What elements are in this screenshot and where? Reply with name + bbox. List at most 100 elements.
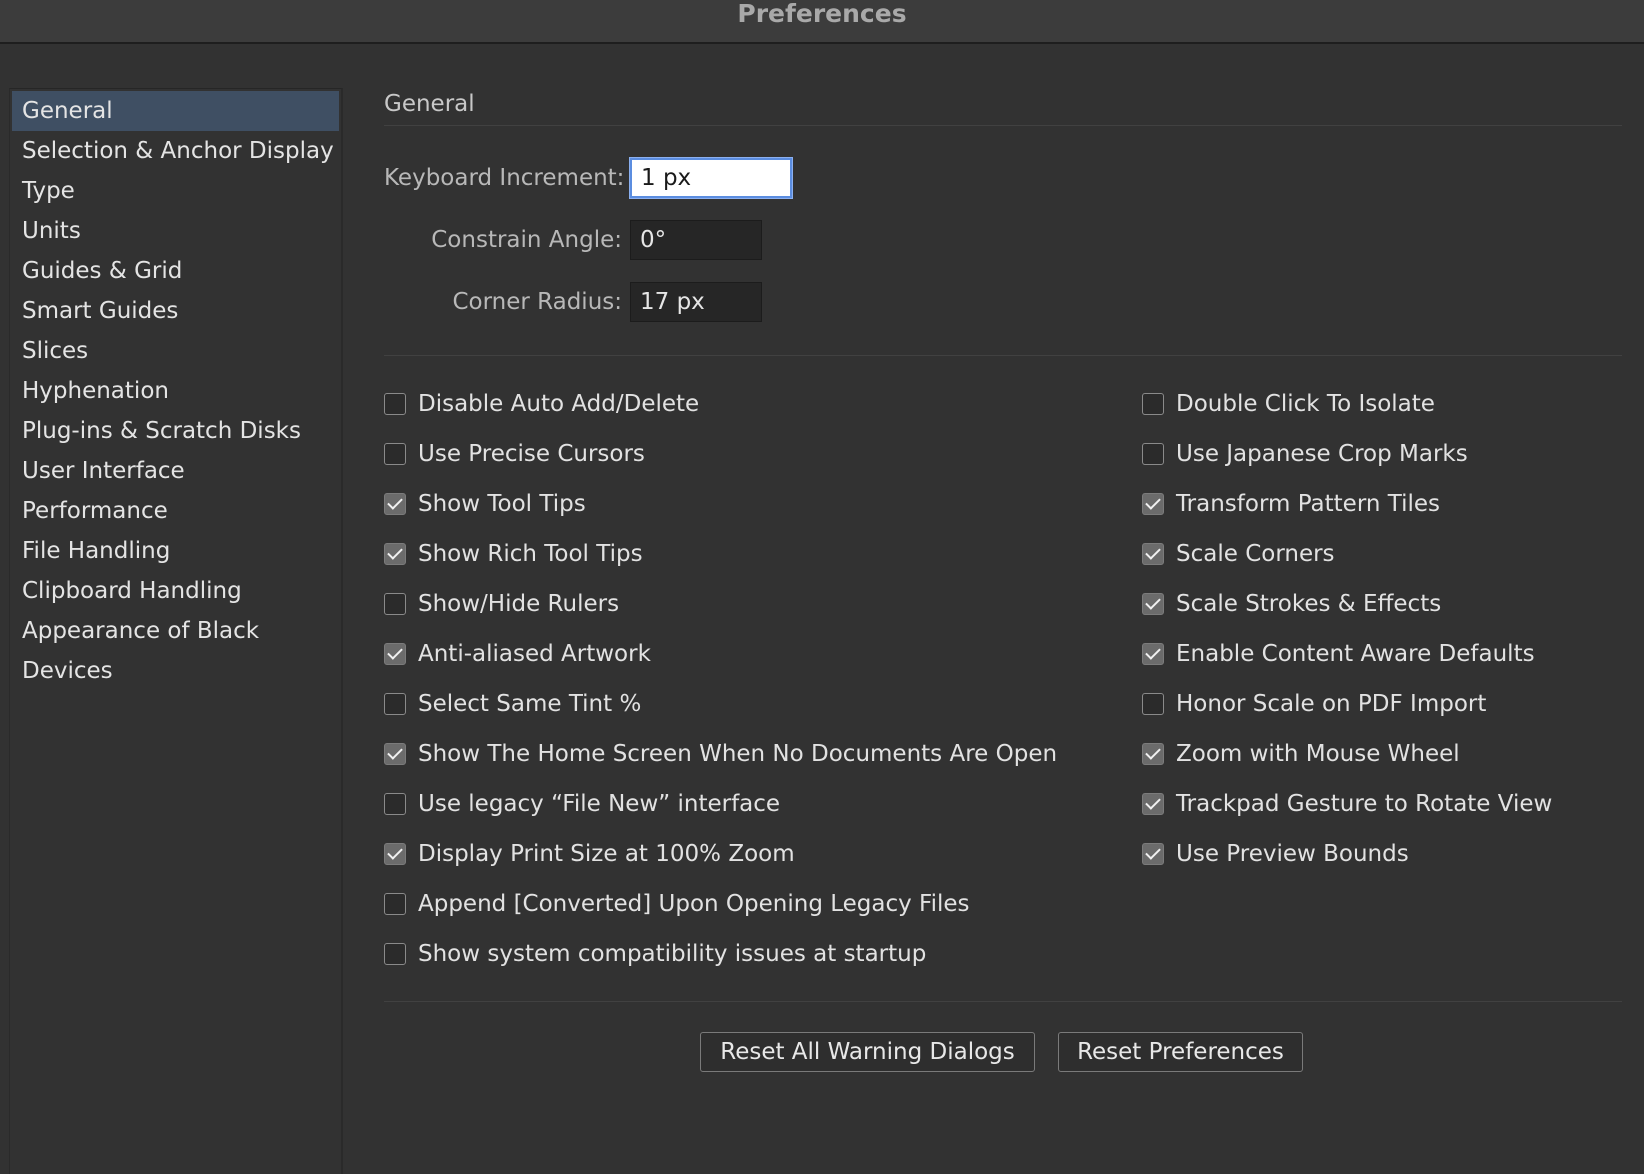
option-use-preview-bounds[interactable]: Use Preview Bounds: [1142, 837, 1409, 871]
reset-all-warning-dialogs-button[interactable]: Reset All Warning Dialogs: [700, 1032, 1035, 1072]
preferences-sidebar: General Selection & Anchor Display Type Uni…: [9, 88, 343, 1174]
sidebar-item-devices[interactable]: Devices: [12, 651, 339, 691]
option-disable-auto-add-delete[interactable]: Disable Auto Add/Delete: [384, 387, 699, 421]
section-title-text: General: [384, 91, 475, 117]
checkbox-honor-scale-on-pdf-import[interactable]: [1142, 693, 1164, 715]
option-scale-corners[interactable]: Scale Corners: [1142, 537, 1335, 571]
option-anti-aliased-artwork[interactable]: Anti-aliased Artwork: [384, 637, 651, 671]
sidebar-item-user-interface[interactable]: User Interface: [12, 451, 339, 491]
option-scale-strokes-effects[interactable]: Scale Strokes & Effects: [1142, 587, 1441, 621]
reset-preferences-button[interactable]: Reset Preferences: [1058, 1032, 1303, 1072]
option-label: Show The Home Screen When No Documents A…: [418, 741, 1058, 767]
corner-radius-row: Corner Radius:: [384, 282, 762, 322]
checkbox-show-rich-tool-tips[interactable]: [384, 543, 406, 565]
window-title: Preferences: [737, 0, 907, 28]
checkbox-scale-corners[interactable]: [1142, 543, 1164, 565]
sidebar-item-slices[interactable]: Slices: [12, 331, 339, 371]
constrain-angle-row: Constrain Angle:: [384, 220, 762, 260]
corner-radius-label: Corner Radius:: [452, 289, 622, 315]
title-bar: Preferences: [0, 0, 1644, 44]
checkbox-show-tool-tips[interactable]: [384, 493, 406, 515]
option-select-same-tint[interactable]: Select Same Tint %: [384, 687, 641, 721]
option-transform-pattern-tiles[interactable]: Transform Pattern Tiles: [1142, 487, 1440, 521]
sidebar-item-units[interactable]: Units: [12, 211, 339, 251]
checkbox-show-system-compatibility-issues-at-startup[interactable]: [384, 943, 406, 965]
sidebar-item-general[interactable]: General: [12, 91, 339, 131]
checkbox-show-hide-rulers[interactable]: [384, 593, 406, 615]
option-label: Show Tool Tips: [418, 491, 586, 517]
keyboard-increment-row: Keyboard Increment:: [384, 158, 792, 198]
checkbox-select-same-tint[interactable]: [384, 693, 406, 715]
option-label: Use Japanese Crop Marks: [1176, 441, 1468, 467]
keyboard-increment-input[interactable]: [630, 158, 792, 198]
option-honor-scale-on-pdf-import[interactable]: Honor Scale on PDF Import: [1142, 687, 1486, 721]
sidebar-item-performance[interactable]: Performance: [12, 491, 339, 531]
checkbox-anti-aliased-artwork[interactable]: [384, 643, 406, 665]
option-label: Honor Scale on PDF Import: [1176, 691, 1487, 717]
option-label: Anti-aliased Artwork: [418, 641, 651, 667]
option-label: Zoom with Mouse Wheel: [1176, 741, 1460, 767]
checkbox-transform-pattern-tiles[interactable]: [1142, 493, 1164, 515]
option-label: Double Click To Isolate: [1176, 391, 1435, 417]
sidebar-item-smart-guides[interactable]: Smart Guides: [12, 291, 339, 331]
sidebar-item-plug-ins-scratch-disks[interactable]: Plug-ins & Scratch Disks: [12, 411, 339, 451]
option-label: Enable Content Aware Defaults: [1176, 641, 1535, 667]
option-label: Append [Converted] Upon Opening Legacy F…: [418, 891, 970, 917]
checkbox-append-converted-upon-opening-legacy-files[interactable]: [384, 893, 406, 915]
option-label: Scale Strokes & Effects: [1176, 591, 1442, 617]
option-label: Show Rich Tool Tips: [418, 541, 643, 567]
sidebar-item-hyphenation[interactable]: Hyphenation: [12, 371, 339, 411]
checkbox-scale-strokes-effects[interactable]: [1142, 593, 1164, 615]
sidebar-item-clipboard-handling[interactable]: Clipboard Handling: [12, 571, 339, 611]
option-label: Use Precise Cursors: [418, 441, 645, 467]
section-title: General: [384, 88, 1622, 126]
sidebar-item-appearance-of-black[interactable]: Appearance of Black: [12, 611, 339, 651]
option-label: Select Same Tint %: [418, 691, 642, 717]
checkbox-display-print-size-at-100-zoom[interactable]: [384, 843, 406, 865]
option-label: Disable Auto Add/Delete: [418, 391, 700, 417]
sidebar-list: General Selection & Anchor Display Type Uni…: [10, 89, 341, 691]
constrain-angle-input[interactable]: [630, 220, 762, 260]
option-label: Use legacy “File New” interface: [418, 791, 781, 817]
option-show-tool-tips[interactable]: Show Tool Tips: [384, 487, 586, 521]
checkbox-double-click-to-isolate[interactable]: [1142, 393, 1164, 415]
corner-radius-input[interactable]: [630, 282, 762, 322]
option-show-rich-tool-tips[interactable]: Show Rich Tool Tips: [384, 537, 643, 571]
option-use-legacy-file-new-interface[interactable]: Use legacy “File New” interface: [384, 787, 780, 821]
option-label: Show system compatibility issues at star…: [418, 941, 927, 967]
option-display-print-size-at-100-zoom[interactable]: Display Print Size at 100% Zoom: [384, 837, 795, 871]
option-label: Trackpad Gesture to Rotate View: [1176, 791, 1553, 817]
option-label: Display Print Size at 100% Zoom: [418, 841, 795, 867]
checkbox-use-japanese-crop-marks[interactable]: [1142, 443, 1164, 465]
sidebar-item-guides-grid[interactable]: Guides & Grid: [12, 251, 339, 291]
option-zoom-with-mouse-wheel[interactable]: Zoom with Mouse Wheel: [1142, 737, 1460, 771]
option-trackpad-gesture-to-rotate-view[interactable]: Trackpad Gesture to Rotate View: [1142, 787, 1552, 821]
option-append-converted-upon-opening-legacy-files[interactable]: Append [Converted] Upon Opening Legacy F…: [384, 887, 970, 921]
sidebar-item-type[interactable]: Type: [12, 171, 339, 211]
checkbox-trackpad-gesture-to-rotate-view[interactable]: [1142, 793, 1164, 815]
option-show-the-home-screen-when-no-documents-are-open[interactable]: Show The Home Screen When No Documents A…: [384, 737, 1057, 771]
checkbox-zoom-with-mouse-wheel[interactable]: [1142, 743, 1164, 765]
checkbox-use-legacy-file-new-interface[interactable]: [384, 793, 406, 815]
constrain-angle-label: Constrain Angle:: [431, 227, 622, 253]
checkbox-use-preview-bounds[interactable]: [1142, 843, 1164, 865]
divider-fields: [384, 355, 1622, 356]
option-label: Show/Hide Rulers: [418, 591, 620, 617]
checkbox-disable-auto-add-delete[interactable]: [384, 393, 406, 415]
option-enable-content-aware-defaults[interactable]: Enable Content Aware Defaults: [1142, 637, 1535, 671]
option-label: Use Preview Bounds: [1176, 841, 1409, 867]
checkbox-use-precise-cursors[interactable]: [384, 443, 406, 465]
option-use-precise-cursors[interactable]: Use Precise Cursors: [384, 437, 645, 471]
checkbox-show-the-home-screen-when-no-documents-are-open[interactable]: [384, 743, 406, 765]
option-label: Scale Corners: [1176, 541, 1335, 567]
option-show-hide-rulers[interactable]: Show/Hide Rulers: [384, 587, 619, 621]
option-show-system-compatibility-issues-at-startup[interactable]: Show system compatibility issues at star…: [384, 937, 926, 971]
checkbox-enable-content-aware-defaults[interactable]: [1142, 643, 1164, 665]
option-label: Transform Pattern Tiles: [1176, 491, 1441, 517]
divider-buttons: [384, 1001, 1622, 1002]
keyboard-increment-label: Keyboard Increment:: [384, 165, 625, 191]
option-double-click-to-isolate[interactable]: Double Click To Isolate: [1142, 387, 1435, 421]
sidebar-item-selection-anchor-display[interactable]: Selection & Anchor Display: [12, 131, 339, 171]
option-use-japanese-crop-marks[interactable]: Use Japanese Crop Marks: [1142, 437, 1468, 471]
sidebar-item-file-handling[interactable]: File Handling: [12, 531, 339, 571]
